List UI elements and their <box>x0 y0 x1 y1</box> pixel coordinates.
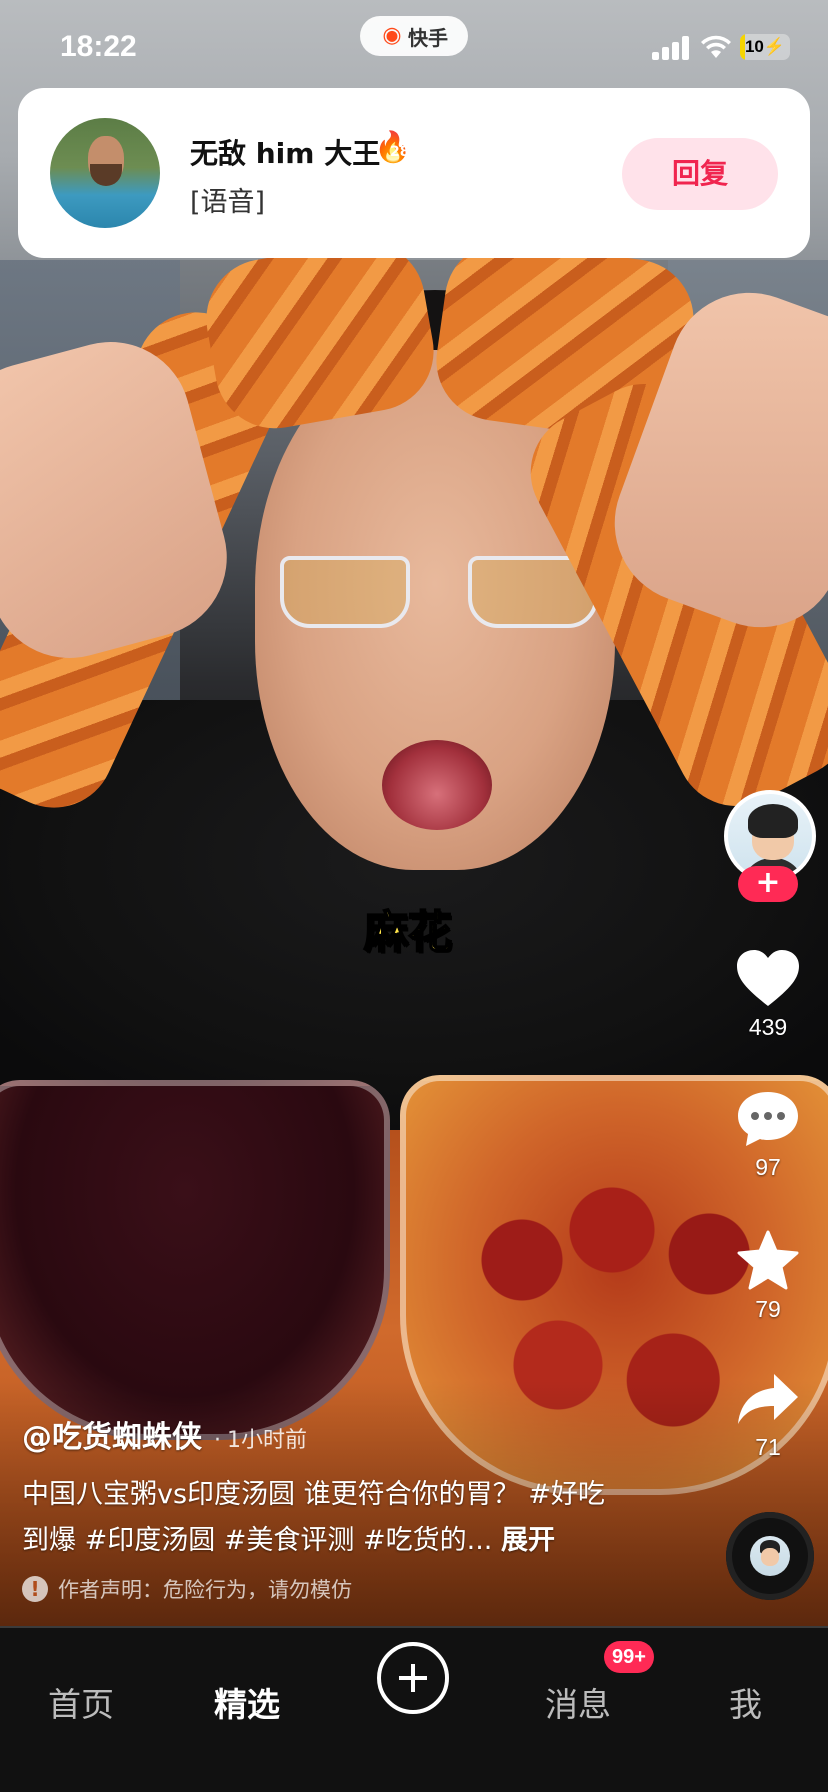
star-icon <box>737 1230 799 1290</box>
creator-avatar-hair <box>748 804 798 838</box>
battery-level-text: 10⚡ <box>744 37 786 56</box>
separator-dot: · <box>214 1428 221 1453</box>
status-bar: 18:22 ◉ 快手 10⚡ <box>0 0 828 96</box>
comment-count: 97 <box>755 1154 781 1180</box>
app-indicator-pill[interactable]: ◉ 快手 <box>360 16 468 56</box>
tab-messages[interactable]: 消息 <box>545 1678 611 1726</box>
video-scene-glasses-left <box>280 556 410 628</box>
like-button[interactable]: 439 <box>716 948 820 1041</box>
intimacy-fire-badge: 🔥 28 <box>374 130 414 166</box>
battery-indicator: 10⚡ <box>740 34 790 60</box>
follow-button[interactable]: + <box>738 866 798 902</box>
tab-home[interactable]: 首页 <box>48 1678 114 1726</box>
heart-icon <box>737 950 799 1006</box>
reply-button[interactable]: 回复 <box>622 138 778 210</box>
comment-button[interactable]: 97 <box>716 1090 820 1181</box>
music-disc[interactable] <box>726 1512 814 1600</box>
favorite-count: 79 <box>755 1296 781 1322</box>
messages-badge: 99+ <box>604 1641 654 1673</box>
create-post-button[interactable] <box>377 1642 449 1714</box>
like-count: 439 <box>748 1014 788 1040</box>
plus-icon <box>399 1664 427 1692</box>
wifi-icon <box>701 35 731 58</box>
risk-warning-text: 作者声明：危险行为，请勿模仿 <box>58 1578 352 1602</box>
expand-link[interactable]: 展开 <box>501 1525 555 1556</box>
exclamation-icon: ! <box>22 1576 48 1602</box>
cellular-signal-icon <box>652 36 692 60</box>
status-time: 18:22 <box>60 30 137 63</box>
favorite-button[interactable]: 79 <box>716 1230 820 1323</box>
music-disc-cover <box>750 1536 790 1576</box>
sender-avatar[interactable] <box>50 118 160 228</box>
share-arrow-icon <box>738 1374 798 1424</box>
author-line: @吃货蜘蛛侠 · 1小时前 <box>22 1412 307 1456</box>
sender-avatar-beard <box>90 164 122 186</box>
fire-level: 28 <box>390 144 410 160</box>
video-progress-track[interactable] <box>0 1626 828 1628</box>
tab-me[interactable]: 我 <box>729 1678 762 1726</box>
kuaishou-logo-icon: ◉ <box>382 23 402 48</box>
post-time: 1小时前 <box>227 1428 307 1453</box>
comment-bubble-icon <box>738 1092 798 1146</box>
video-subtitle: 麻花 <box>363 906 453 959</box>
risk-warning: ! 作者声明：危险行为，请勿模仿 <box>22 1574 352 1604</box>
app-name: 快手 <box>408 25 448 50</box>
tab-featured[interactable]: 精选 <box>214 1678 280 1726</box>
message-notification-banner[interactable]: 无敌 him 大王 🔥 28 [语音] 回复 <box>18 88 810 258</box>
message-preview: [语音] <box>190 187 266 218</box>
author-handle[interactable]: @吃货蜘蛛侠 <box>22 1420 202 1455</box>
sender-name: 无敌 him 大王 <box>190 137 381 170</box>
video-scene-mouth <box>382 740 492 830</box>
share-button[interactable]: 71 <box>716 1370 820 1461</box>
share-count: 71 <box>755 1434 781 1460</box>
video-description[interactable]: 中国八宝粥vs印度汤圆 谁更符合你的胃？ #好吃到爆 #印度汤圆 #美食评测 #… <box>22 1472 622 1564</box>
